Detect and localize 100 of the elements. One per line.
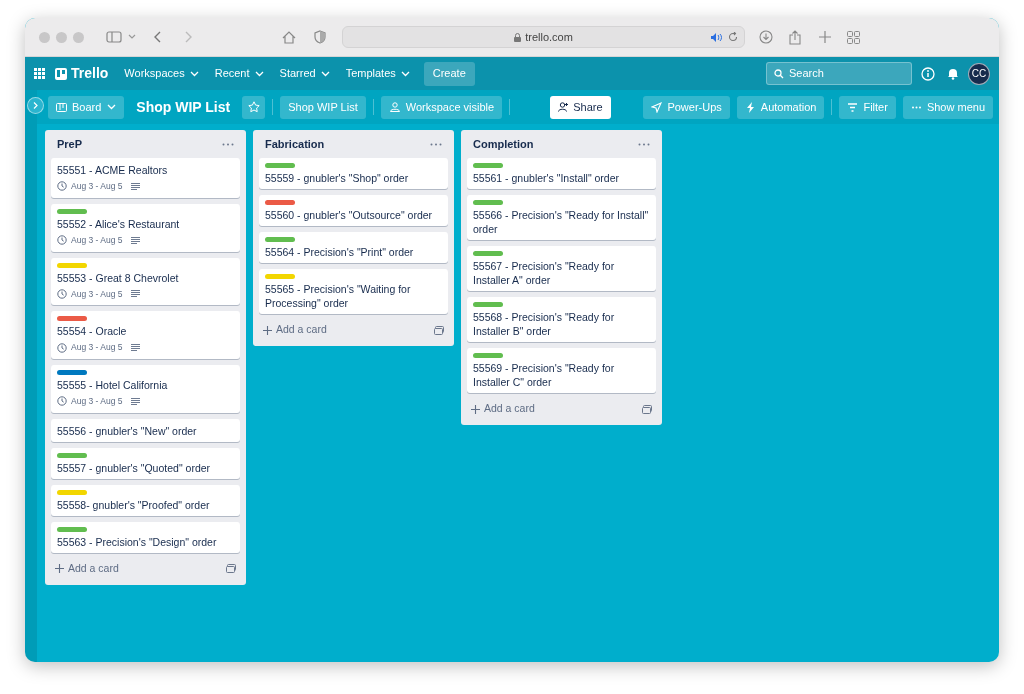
board-icon: [56, 102, 67, 112]
star-icon: [247, 101, 260, 113]
card[interactable]: 55561 - gnubler's "Install" order: [467, 158, 656, 189]
chevron-down-icon: [320, 70, 330, 77]
share-icon[interactable]: [789, 29, 801, 45]
nav-menu-button[interactable]: Starred: [271, 61, 338, 86]
card-title: 55555 - Hotel California: [57, 378, 169, 392]
search-icon: [774, 68, 784, 79]
card-title: 55558- gnubler's "Proofed" order: [57, 497, 211, 512]
list-title[interactable]: Fabrication: [265, 135, 325, 153]
back-icon[interactable]: [154, 31, 162, 43]
clock-icon: [57, 288, 67, 299]
card[interactable]: 55552 - Alice's Restaurant Aug 3 - Aug 5: [51, 203, 240, 252]
chevron-right-icon: [33, 102, 38, 109]
card[interactable]: 55560 - gnubler's "Outsource" order: [259, 195, 448, 226]
date-range: Aug 3 - Aug 5: [71, 287, 123, 301]
logo-text[interactable]: Trello: [71, 63, 109, 84]
card-title: 55566 - Precision's "Ready for Install" order: [473, 208, 650, 236]
card[interactable]: 55551 - ACME Realtors Aug 3 - Aug 5: [51, 158, 240, 198]
more-icon: [638, 142, 650, 146]
reload-icon[interactable]: [728, 32, 738, 42]
card[interactable]: 55569 - Precision's "Ready for Installer C" order: [467, 348, 656, 393]
date-range: Aug 3 - Aug 5: [71, 341, 123, 354]
search-field[interactable]: Search: [766, 62, 912, 85]
bell-icon[interactable]: [947, 67, 959, 80]
star-button[interactable]: [242, 95, 266, 119]
template-icon[interactable]: [434, 325, 444, 335]
card-title: 55563 - Precision's "Design" order: [57, 534, 218, 549]
template-icon[interactable]: [642, 404, 652, 414]
home-icon[interactable]: [282, 30, 296, 44]
card-title: 55552 - Alice's Restaurant: [57, 216, 181, 231]
date-range: Aug 3 - Aug 5: [71, 233, 123, 247]
expand-sidebar-button[interactable]: [27, 97, 44, 114]
card[interactable]: 55567 - Precision's "Ready for Installer A" order: [467, 246, 656, 291]
lightning-icon: [744, 101, 756, 113]
nav-menu-button[interactable]: Workspaces: [116, 61, 207, 86]
card-title: 55551 - ACME Realtors: [57, 163, 169, 177]
nav-menu-button[interactable]: Templates: [337, 61, 418, 86]
card[interactable]: 55554 - Oracle Aug 3 - Aug 5: [51, 311, 240, 359]
download-icon[interactable]: [759, 30, 773, 44]
card[interactable]: 55558- gnubler's "Proofed" order: [51, 484, 240, 516]
share-button[interactable]: Share: [550, 95, 611, 119]
chevron-down-icon: [189, 70, 199, 77]
plus-icon: [471, 404, 480, 414]
card-title: 55564 - Precision's "Print" order: [265, 245, 415, 259]
card-title: 55553 - Great 8 Chevrolet: [57, 270, 180, 285]
date-range: Aug 3 - Aug 5: [71, 180, 123, 193]
add-card-button[interactable]: Add a card: [55, 560, 119, 577]
card[interactable]: 55559 - gnubler's "Shop" order: [259, 158, 448, 189]
list-title[interactable]: PreP: [57, 135, 83, 153]
card-title: 55557 - gnubler's "Quoted" order: [57, 460, 212, 475]
card-title: 55561 - gnubler's "Install" order: [473, 171, 621, 185]
nav-menu-button[interactable]: Recent: [206, 61, 272, 86]
clock-icon: [57, 396, 67, 407]
card[interactable]: 55566 - Precision's "Ready for Install" order: [467, 195, 656, 240]
card-title: 55567 - Precision's "Ready for Installer A" order: [473, 259, 616, 287]
lock-icon: [514, 32, 522, 42]
card[interactable]: 55568 - Precision's "Ready for Installer B" order: [467, 297, 656, 342]
plus-icon[interactable]: [819, 31, 831, 43]
people-icon: [388, 102, 401, 112]
tab-overview-icon[interactable]: [847, 30, 860, 44]
app-grid-icon[interactable]: [34, 68, 45, 79]
add-card-button[interactable]: Add a card: [263, 322, 327, 338]
clock-icon: [57, 181, 67, 192]
card[interactable]: 55555 - Hotel California Aug 3 - Aug 5: [51, 365, 240, 413]
card[interactable]: 55553 - Great 8 Chevrolet Aug 3 - Aug 5: [51, 257, 240, 306]
avatar[interactable]: CC: [968, 62, 990, 85]
card-title: 55556 - gnubler's "New" order: [57, 423, 198, 438]
card-title: 55554 - Oracle: [57, 324, 128, 339]
shield-icon[interactable]: [314, 30, 326, 44]
info-icon[interactable]: [921, 66, 935, 81]
chevron-down-icon: [254, 70, 264, 77]
list-title[interactable]: Completion: [473, 135, 534, 153]
card[interactable]: 55557 - gnubler's "Quoted" order: [51, 447, 240, 479]
card[interactable]: 55563 - Precision's "Design" order: [51, 521, 240, 553]
date-range: Aug 3 - Aug 5: [71, 395, 123, 408]
filter-icon: [847, 101, 859, 113]
add-card-button[interactable]: Add a card: [471, 401, 535, 417]
forward-icon[interactable]: [184, 31, 192, 43]
card-title: 55559 - gnubler's "Shop" order: [265, 171, 410, 185]
card-title: 55568 - Precision's "Ready for Installer B" order: [473, 310, 616, 338]
logo-icon[interactable]: [55, 67, 67, 80]
add-person-icon: [558, 102, 570, 112]
address-bar[interactable]: trello.com: [342, 26, 745, 48]
address-text: trello.com: [525, 29, 573, 45]
clock-icon: [57, 342, 67, 353]
more-icon: [430, 142, 442, 146]
template-icon[interactable]: [226, 564, 236, 574]
card[interactable]: 55565 - Precision's "Waiting for Processing" order: [259, 269, 448, 314]
card-title: 55569 - Precision's "Ready for Installer C" order: [473, 361, 616, 389]
card[interactable]: 55556 - gnubler's "New" order: [51, 418, 240, 442]
plus-icon: [55, 564, 64, 574]
search-input: Search: [789, 65, 899, 82]
plus-icon: [263, 325, 272, 335]
chevron-down-icon: [107, 104, 117, 110]
card[interactable]: 55564 - Precision's "Print" order: [259, 232, 448, 263]
sidebar-icon[interactable]: [106, 31, 122, 43]
chevron-down-icon[interactable]: [128, 34, 136, 40]
speaker-icon[interactable]: [711, 32, 722, 42]
chevron-down-icon: [400, 70, 410, 77]
